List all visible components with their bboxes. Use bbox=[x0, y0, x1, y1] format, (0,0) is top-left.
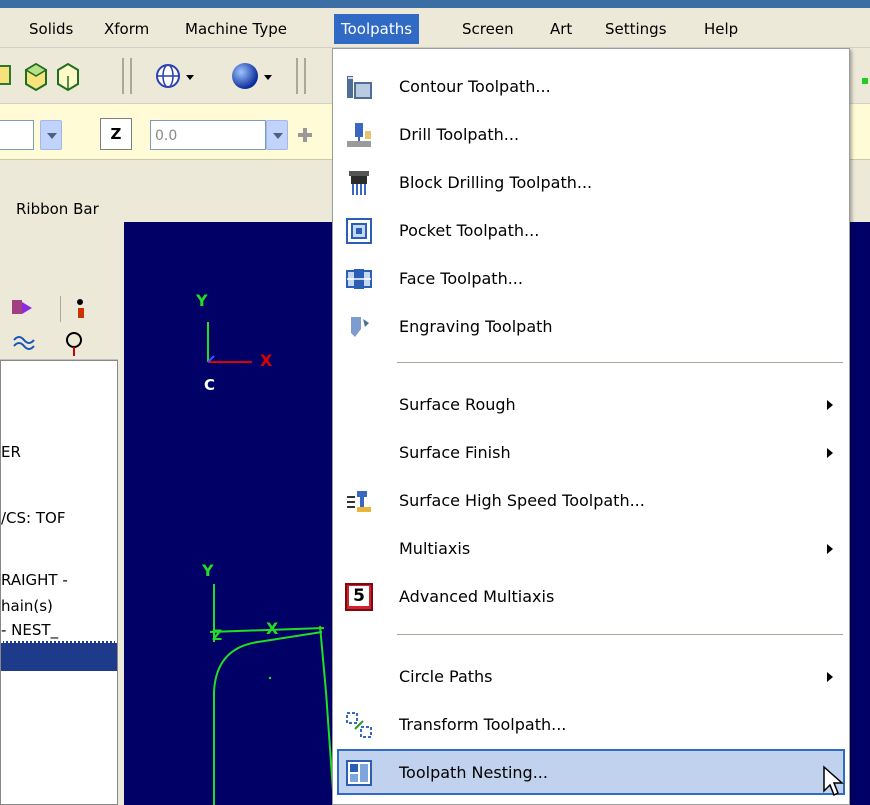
axis-y-label: Y bbox=[195, 291, 208, 310]
menu-art[interactable]: Art bbox=[543, 14, 579, 44]
solid-box-shaded-icon[interactable] bbox=[24, 62, 48, 92]
menu-item-toolpath-nesting[interactable]: Toolpath Nesting... bbox=[337, 749, 845, 795]
submenu-arrow-icon bbox=[827, 400, 833, 410]
menu-item-label: Surface Finish bbox=[399, 443, 511, 462]
block-drill-icon bbox=[349, 171, 369, 195]
menu-item-transform-toolpath[interactable]: Transform Toolpath... bbox=[335, 701, 847, 749]
wave-filter-icon[interactable] bbox=[13, 336, 35, 350]
tree-line[interactable]: hain(s) bbox=[1, 597, 53, 615]
menu-item-label: Toolpath Nesting... bbox=[399, 763, 548, 782]
y-coordinate-field[interactable] bbox=[0, 120, 34, 150]
menu-item-surface-rough[interactable]: Surface Rough bbox=[335, 381, 847, 429]
tree-selected-row[interactable] bbox=[1, 641, 117, 671]
menu-xform[interactable]: Xform bbox=[97, 14, 156, 44]
tree-line[interactable]: ER bbox=[1, 443, 21, 461]
menu-item-block-drilling-toolpath[interactable]: Block Drilling Toolpath... bbox=[335, 159, 847, 207]
menu-item-surface-high-speed-toolpath[interactable]: Surface High Speed Toolpath... bbox=[335, 477, 847, 525]
menu-item-label: Pocket Toolpath... bbox=[399, 221, 540, 240]
menu-item-label: Surface High Speed Toolpath... bbox=[399, 491, 645, 510]
y-dropdown-button[interactable] bbox=[40, 120, 62, 150]
mouse-cursor-icon bbox=[823, 765, 844, 797]
toolpath-select-icon[interactable] bbox=[12, 300, 32, 314]
menu-item-label: Face Toolpath... bbox=[399, 269, 523, 288]
part-axis-x-label: X bbox=[266, 619, 279, 638]
menu-item-drill-toolpath[interactable]: Drill Toolpath... bbox=[335, 111, 847, 159]
part-center-point bbox=[268, 676, 272, 680]
toolbar-green-indicator bbox=[862, 78, 868, 84]
z-lock-button[interactable]: Z bbox=[100, 118, 132, 150]
nesting-icon bbox=[346, 760, 372, 786]
drill-icon bbox=[347, 123, 371, 147]
operations-toolbar bbox=[0, 280, 118, 360]
operations-manager-panel: ER /CS: TOF RAIGHT - hain(s) - NEST_ bbox=[0, 250, 124, 805]
menu-item-label: Contour Toolpath... bbox=[399, 77, 551, 96]
part-axis-y-label: Y bbox=[201, 561, 214, 580]
globe-wireframe-icon[interactable] bbox=[156, 64, 180, 88]
menu-separator bbox=[397, 362, 843, 364]
menu-item-surface-finish[interactable]: Surface Finish bbox=[335, 429, 847, 477]
menu-item-label: Block Drilling Toolpath... bbox=[399, 173, 593, 192]
menu-separator bbox=[397, 634, 843, 636]
solid-box-wire-icon[interactable] bbox=[57, 62, 79, 92]
menu-item-circle-paths[interactable]: Circle Paths bbox=[335, 653, 847, 701]
menu-toolpaths[interactable]: Toolpaths bbox=[334, 14, 420, 44]
menu-item-advanced-multiaxis[interactable]: 5 Advanced Multiaxis bbox=[335, 573, 847, 621]
menu-settings[interactable]: Settings bbox=[598, 14, 674, 44]
axis-c-label: C bbox=[204, 376, 215, 394]
tree-line[interactable]: RAIGHT - bbox=[1, 571, 68, 589]
ribbon-bar-label: Ribbon Bar bbox=[16, 200, 99, 218]
menu-item-contour-toolpath[interactable]: Contour Toolpath... bbox=[335, 63, 847, 111]
contour-icon bbox=[347, 76, 372, 99]
advanced-multiaxis-badge: 5 bbox=[349, 586, 369, 606]
solids-toolbar-icons bbox=[0, 58, 306, 94]
menu-item-label: Multiaxis bbox=[399, 539, 471, 558]
chevron-down-icon[interactable] bbox=[186, 75, 194, 80]
engraving-icon bbox=[351, 317, 369, 337]
menu-item-label: Surface Rough bbox=[399, 395, 516, 414]
axis-x-label: X bbox=[260, 351, 273, 370]
z-coordinate-field[interactable]: 0.0 bbox=[150, 120, 266, 150]
menu-item-face-toolpath[interactable]: Face Toolpath... bbox=[335, 255, 847, 303]
submenu-arrow-icon bbox=[827, 672, 833, 682]
chevron-down-icon[interactable] bbox=[264, 75, 272, 80]
menu-item-label: Drill Toolpath... bbox=[399, 125, 520, 144]
menu-item-label: Engraving Toolpath bbox=[399, 317, 553, 336]
tree-line[interactable]: - NEST_ bbox=[1, 621, 58, 639]
toolpaths-menu: Contour Toolpath... Drill Toolpath... Bl… bbox=[332, 48, 850, 805]
menu-item-label: Transform Toolpath... bbox=[399, 715, 567, 734]
submenu-arrow-icon bbox=[827, 544, 833, 554]
menu-bar: Solids Xform Machine Type Toolpaths Scre… bbox=[0, 8, 870, 48]
plus-icon[interactable] bbox=[298, 128, 312, 142]
submenu-arrow-icon bbox=[827, 448, 833, 458]
menu-item-label: Advanced Multiaxis bbox=[399, 587, 555, 606]
menu-item-engraving-toolpath[interactable]: Engraving Toolpath bbox=[335, 303, 847, 351]
tree-line[interactable]: /CS: TOF bbox=[1, 509, 65, 527]
solid-box-icon[interactable] bbox=[0, 65, 11, 85]
menu-item-pocket-toolpath[interactable]: Pocket Toolpath... bbox=[335, 207, 847, 255]
menu-item-label: Circle Paths bbox=[399, 667, 493, 686]
z-label: Z bbox=[110, 125, 122, 143]
surface-high-speed-icon bbox=[347, 491, 371, 512]
transform-icon bbox=[346, 712, 372, 738]
window-title-strip bbox=[0, 0, 870, 8]
pocket-icon bbox=[346, 218, 372, 244]
operations-tree[interactable]: ER /CS: TOF RAIGHT - hain(s) - NEST_ bbox=[0, 360, 118, 805]
lock-circle-icon[interactable] bbox=[66, 332, 82, 356]
shaded-sphere-icon[interactable] bbox=[232, 63, 258, 89]
menu-item-multiaxis[interactable]: Multiaxis bbox=[335, 525, 847, 573]
menu-machine-type[interactable]: Machine Type bbox=[178, 14, 294, 44]
advanced-multiaxis-icon: 5 bbox=[345, 583, 373, 611]
face-icon bbox=[346, 269, 372, 289]
post-selected-icon[interactable] bbox=[77, 299, 84, 318]
menu-screen[interactable]: Screen bbox=[455, 14, 521, 44]
part-contour-corner bbox=[213, 631, 323, 693]
z-value: 0.0 bbox=[155, 128, 178, 144]
z-dropdown-button[interactable] bbox=[266, 120, 288, 150]
menu-solids[interactable]: Solids bbox=[22, 14, 80, 44]
part-axis-z-label: Z bbox=[212, 628, 222, 644]
menu-help[interactable]: Help bbox=[697, 14, 745, 44]
